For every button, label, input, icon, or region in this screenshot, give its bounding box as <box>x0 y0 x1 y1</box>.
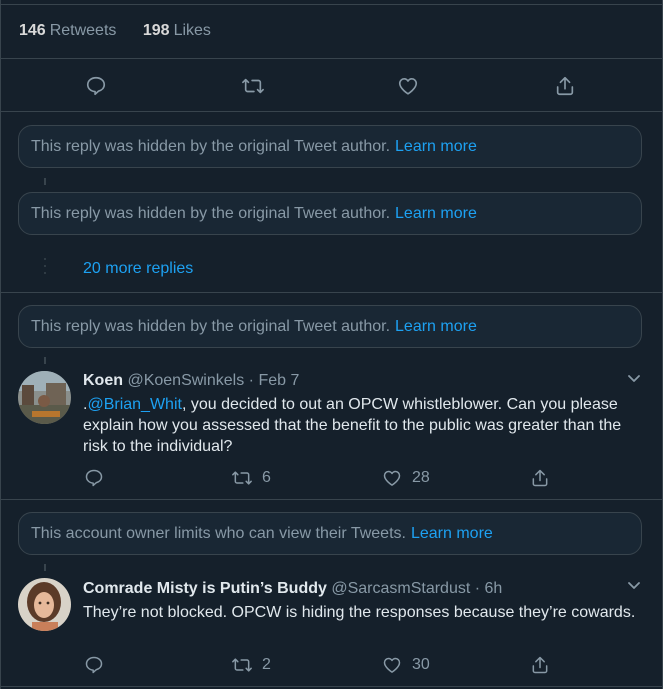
like-count: 28 <box>412 469 430 486</box>
like-count: 30 <box>412 656 430 673</box>
share-icon[interactable] <box>554 75 576 97</box>
hidden-reply-notice: This reply was hidden by the original Tw… <box>18 305 642 348</box>
separator: · <box>474 580 481 597</box>
thread-dot <box>44 272 46 274</box>
separator: · <box>248 372 254 389</box>
handle[interactable]: @KoenSwinkels <box>127 372 244 389</box>
divider <box>0 58 663 59</box>
share-icon[interactable] <box>530 468 550 488</box>
display-name[interactable]: Koen <box>83 372 123 389</box>
divider <box>0 111 663 112</box>
retweet-icon[interactable] <box>241 75 265 97</box>
thread-connector <box>44 357 46 364</box>
timestamp[interactable]: 6h <box>485 580 503 597</box>
tweet-header: Koen @KoenSwinkels · Feb 7 <box>83 372 299 390</box>
hidden-reply-text: This reply was hidden by the original Tw… <box>31 317 391 335</box>
retweets-count: 146 <box>19 22 46 39</box>
handle[interactable]: @SarcasmStardust <box>331 580 470 597</box>
tweet-header: Comrade Misty is Putin’s Buddy @SarcasmS… <box>83 580 502 598</box>
limited-account-notice: This account owner limits who can view t… <box>18 512 642 555</box>
learn-more-link[interactable]: Learn more <box>395 318 477 336</box>
like-icon[interactable] <box>382 655 402 675</box>
avatar[interactable] <box>18 578 71 631</box>
tweet-text: .@Brian_Whit, you decided to out an OPCW… <box>83 394 643 457</box>
learn-more-link[interactable]: Learn more <box>395 205 477 223</box>
likes-label: Likes <box>173 22 211 39</box>
reply-icon[interactable] <box>84 655 104 675</box>
learn-more-link[interactable]: Learn more <box>395 138 477 156</box>
hidden-reply-notice: This reply was hidden by the original Tw… <box>18 125 642 168</box>
hidden-reply-text: This reply was hidden by the original Tw… <box>31 204 391 222</box>
tweet-text: They’re not blocked. OPCW is hiding the … <box>83 604 636 621</box>
retweet-icon[interactable] <box>231 468 253 488</box>
hidden-reply-text: This reply was hidden by the original Tw… <box>31 137 391 155</box>
retweets-stat[interactable]: 146 Retweets <box>19 22 116 39</box>
display-name[interactable]: Comrade Misty is Putin’s Buddy <box>83 580 327 597</box>
mention-link[interactable]: @Brian_Whit <box>87 396 182 413</box>
like-icon[interactable] <box>397 75 419 97</box>
retweet-icon[interactable] <box>231 655 253 675</box>
thread-connector <box>44 564 46 571</box>
share-icon[interactable] <box>530 655 550 675</box>
divider <box>0 686 663 687</box>
reply-icon[interactable] <box>85 75 107 97</box>
thread-connector <box>44 178 46 185</box>
more-replies-link[interactable]: 20 more replies <box>83 260 193 278</box>
divider <box>0 292 663 293</box>
chevron-down-icon[interactable] <box>626 579 642 593</box>
reply-icon[interactable] <box>84 468 104 488</box>
tweet-stats: 146 Retweets 198 Likes <box>19 22 233 40</box>
chevron-down-icon[interactable] <box>626 372 642 386</box>
like-icon[interactable] <box>382 468 402 488</box>
avatar[interactable] <box>18 371 71 424</box>
likes-count: 198 <box>142 22 170 39</box>
limited-account-text: This account owner limits who can view t… <box>31 524 406 542</box>
top-divider <box>0 4 663 5</box>
timestamp[interactable]: Feb 7 <box>258 372 299 389</box>
learn-more-link[interactable]: Learn more <box>411 525 493 543</box>
hidden-reply-notice: This reply was hidden by the original Tw… <box>18 192 642 235</box>
thread-dot <box>44 258 46 260</box>
divider <box>0 499 663 500</box>
likes-stat[interactable]: 198 Likes <box>143 22 211 39</box>
retweet-count: 2 <box>262 656 271 673</box>
thread-dot <box>44 265 46 267</box>
retweets-label: Retweets <box>49 22 117 39</box>
left-border <box>0 0 1 689</box>
retweet-count: 6 <box>262 469 271 486</box>
